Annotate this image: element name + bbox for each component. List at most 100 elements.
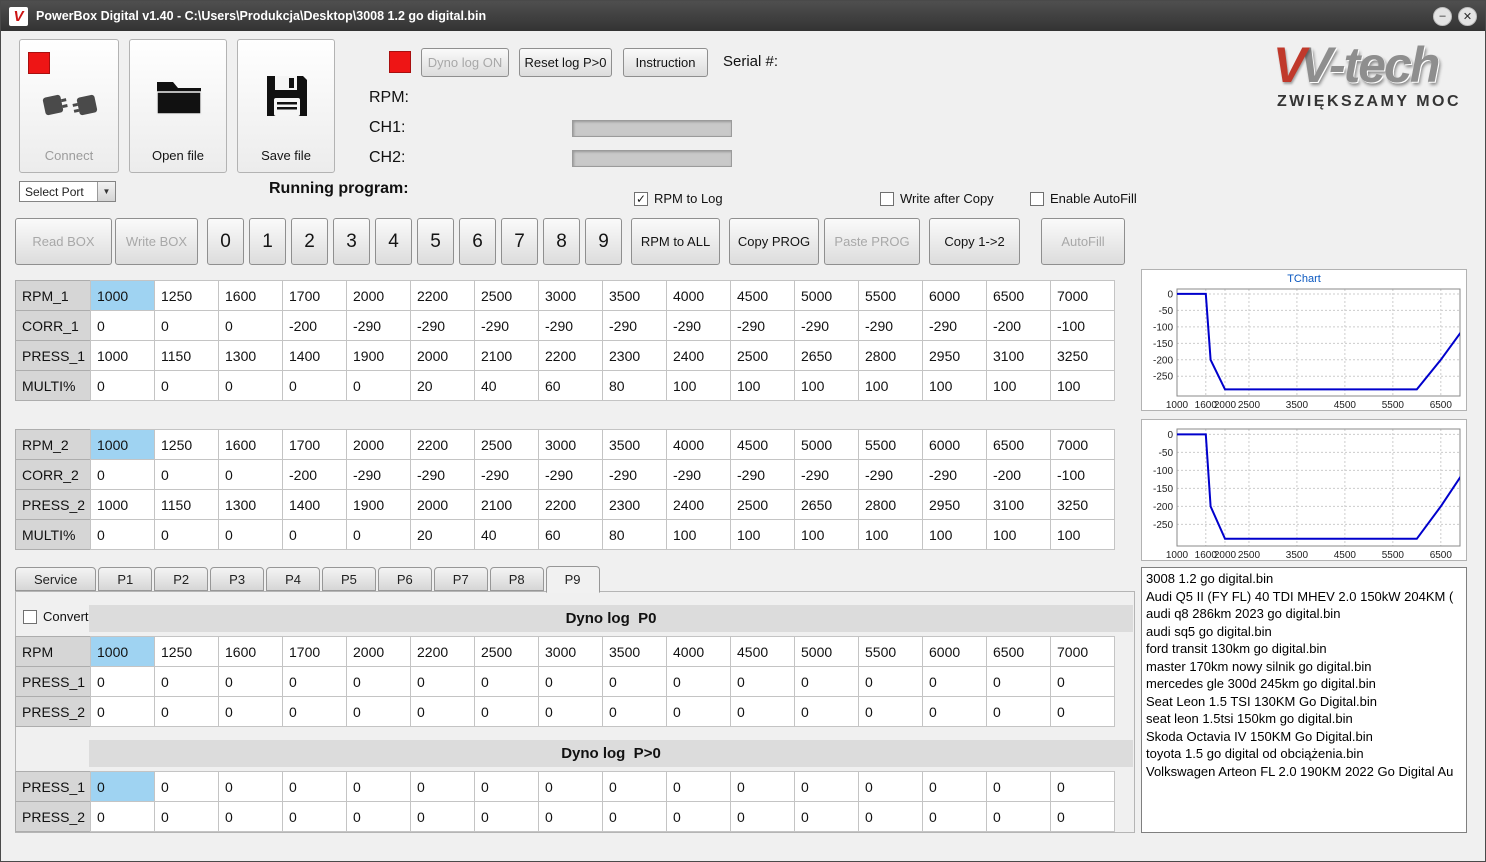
table-cell[interactable]: 2400 [666, 340, 731, 371]
table-cell[interactable]: 0 [282, 370, 347, 401]
table-cell[interactable]: 0 [794, 696, 859, 727]
table-cell[interactable]: 1250 [154, 429, 219, 460]
table-cell[interactable]: -290 [666, 310, 731, 341]
table-cell[interactable]: 1700 [282, 636, 347, 667]
table-cell[interactable]: 100 [1050, 370, 1115, 401]
table-cell[interactable]: 0 [218, 459, 283, 490]
table-cell[interactable]: 0 [858, 666, 923, 697]
table-cell[interactable]: 3500 [602, 636, 667, 667]
table-cell[interactable]: 100 [986, 370, 1051, 401]
table-cell[interactable]: 1250 [154, 636, 219, 667]
table-cell[interactable]: -290 [858, 310, 923, 341]
select-port-dropdown[interactable]: Select Port ▼ [19, 181, 116, 202]
write-box-button[interactable]: Write BOX [115, 218, 198, 265]
tab-p2[interactable]: P2 [154, 567, 209, 591]
table-cell[interactable]: 1300 [218, 340, 283, 371]
table-cell[interactable]: 6500 [986, 280, 1051, 311]
table-cell[interactable]: 0 [282, 519, 347, 550]
table-cell[interactable]: 1150 [154, 340, 219, 371]
file-list-item[interactable]: seat leon 1.5tsi 150km go digital.bin [1146, 710, 1462, 728]
table-cell[interactable]: 0 [858, 801, 923, 832]
table-cell[interactable]: 0 [986, 801, 1051, 832]
table-cell[interactable]: 0 [730, 696, 795, 727]
tab-p6[interactable]: P6 [377, 567, 432, 591]
table-cell[interactable]: -290 [346, 310, 411, 341]
table-cell[interactable]: -290 [602, 459, 667, 490]
table-cell[interactable]: 0 [154, 519, 219, 550]
table-cell[interactable]: 80 [602, 519, 667, 550]
table-cell[interactable]: 0 [410, 771, 475, 802]
table-cell[interactable]: 2200 [410, 280, 475, 311]
table-cell[interactable]: 6000 [922, 280, 987, 311]
table-cell[interactable]: 2500 [474, 429, 539, 460]
table-cell[interactable]: -290 [410, 459, 475, 490]
file-list-item[interactable]: 3008 1.2 go digital.bin [1146, 570, 1462, 588]
table-cell[interactable]: -290 [922, 310, 987, 341]
minimize-button[interactable]: – [1433, 6, 1452, 26]
table-cell[interactable]: 0 [90, 310, 155, 341]
table-cell[interactable]: 0 [730, 801, 795, 832]
table-cell[interactable]: 5500 [858, 636, 923, 667]
digit-button-4[interactable]: 4 [375, 218, 412, 265]
table-cell[interactable]: 2200 [410, 429, 475, 460]
table-cell[interactable]: 0 [346, 801, 411, 832]
titlebar[interactable]: V PowerBox Digital v1.40 - C:\Users\Prod… [1, 1, 1485, 31]
table-cell[interactable]: 100 [1050, 519, 1115, 550]
table-cell[interactable]: 0 [154, 370, 219, 401]
table-cell[interactable]: 1400 [282, 489, 347, 520]
table-cell[interactable]: 0 [666, 666, 731, 697]
table-cell[interactable]: -100 [1050, 310, 1115, 341]
table-cell[interactable]: 0 [602, 666, 667, 697]
table-cell[interactable]: 0 [218, 696, 283, 727]
table-cell[interactable]: 0 [410, 666, 475, 697]
tab-p3[interactable]: P3 [210, 567, 265, 591]
table-cell[interactable]: 7000 [1050, 636, 1115, 667]
table-cell[interactable]: 0 [794, 771, 859, 802]
table-cell[interactable]: 2650 [794, 340, 859, 371]
table-cell[interactable]: 0 [538, 666, 603, 697]
table-cell[interactable]: 2800 [858, 340, 923, 371]
tab-service[interactable]: Service [15, 567, 97, 591]
table-cell[interactable]: 4500 [730, 636, 795, 667]
table-cell[interactable]: 4000 [666, 429, 731, 460]
file-list-item[interactable]: master 170km nowy silnik go digital.bin [1146, 658, 1462, 676]
table-cell[interactable]: 2300 [602, 340, 667, 371]
table-cell[interactable]: 2950 [922, 340, 987, 371]
digit-button-1[interactable]: 1 [249, 218, 286, 265]
table-cell[interactable]: 0 [666, 771, 731, 802]
table-cell[interactable]: 2500 [730, 340, 795, 371]
table-cell[interactable]: 4500 [730, 280, 795, 311]
table-cell[interactable]: 100 [666, 370, 731, 401]
table-cell[interactable]: 2400 [666, 489, 731, 520]
file-list-item[interactable]: audi q8 286km 2023 go digital.bin [1146, 605, 1462, 623]
tab-p5[interactable]: P5 [321, 567, 376, 591]
table-cell[interactable]: 0 [154, 771, 219, 802]
table-cell[interactable]: 5000 [794, 429, 859, 460]
table-cell[interactable]: 0 [154, 459, 219, 490]
file-list-item[interactable]: Audi Q5 II (FY FL) 40 TDI MHEV 2.0 150kW… [1146, 588, 1462, 606]
table-cell[interactable]: 0 [346, 519, 411, 550]
table-cell[interactable]: 0 [218, 370, 283, 401]
table-cell[interactable]: 1000 [90, 429, 155, 460]
autofill-button[interactable]: AutoFill [1041, 218, 1125, 265]
table-cell[interactable]: 0 [1050, 771, 1115, 802]
table-cell[interactable]: 80 [602, 370, 667, 401]
table-cell[interactable]: -290 [666, 459, 731, 490]
table-cell[interactable]: 40 [474, 370, 539, 401]
table-cell[interactable]: -290 [730, 459, 795, 490]
table-cell[interactable]: 2000 [410, 340, 475, 371]
table-cell[interactable]: 0 [90, 801, 155, 832]
table-cell[interactable]: 0 [474, 696, 539, 727]
table-cell[interactable]: 0 [218, 801, 283, 832]
table-cell[interactable]: 20 [410, 370, 475, 401]
table-cell[interactable]: 0 [1050, 666, 1115, 697]
table-cell[interactable]: 1900 [346, 340, 411, 371]
table-cell[interactable]: -290 [794, 310, 859, 341]
table-cell[interactable]: 0 [90, 459, 155, 490]
table-cell[interactable]: 3250 [1050, 340, 1115, 371]
table-cell[interactable]: 0 [154, 310, 219, 341]
table-cell[interactable]: 40 [474, 519, 539, 550]
table-cell[interactable]: 0 [346, 666, 411, 697]
table-cell[interactable]: 6500 [986, 636, 1051, 667]
table-cell[interactable]: 0 [410, 696, 475, 727]
